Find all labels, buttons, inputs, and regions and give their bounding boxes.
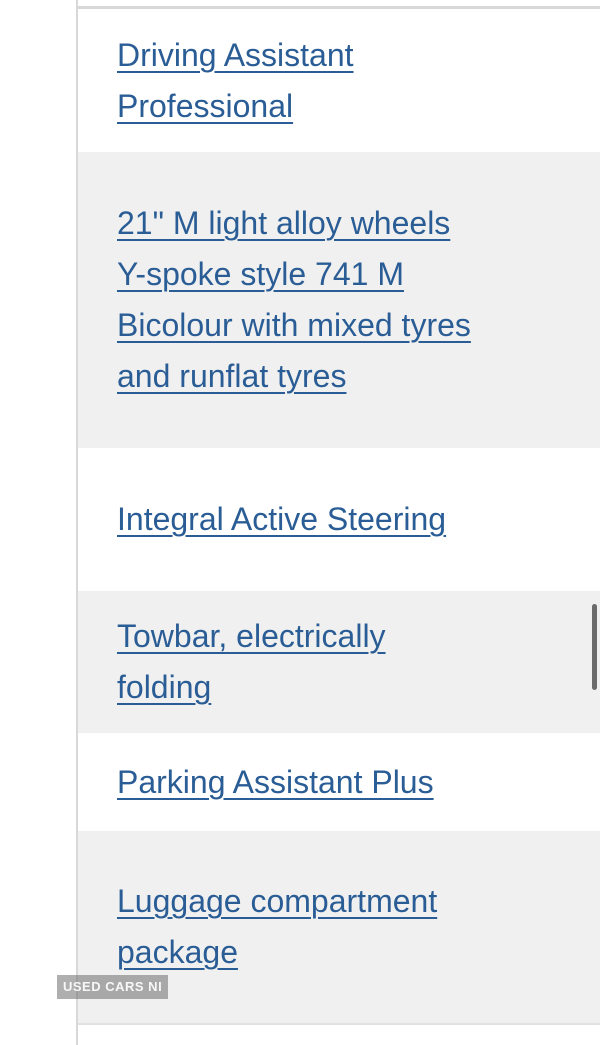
feature-list-page: Driving Assistant Professional 21" M lig… — [0, 0, 600, 1045]
feature-row: Driving Assistant Professional — [78, 9, 600, 152]
feature-row: Integral Active Steering — [78, 448, 600, 591]
feature-link-integral-steering[interactable]: Integral Active Steering — [117, 494, 446, 545]
feature-row: Parking Assistant Plus — [78, 733, 600, 831]
feature-list: Driving Assistant Professional 21" M lig… — [78, 9, 600, 1023]
feature-link-alloy-wheels[interactable]: 21" M light alloy wheels Y-spoke style 7… — [117, 198, 477, 402]
feature-link-driving-assistant[interactable]: Driving Assistant Professional — [117, 30, 477, 132]
feature-link-towbar[interactable]: Towbar, electrically folding — [117, 611, 477, 713]
feature-link-luggage-package[interactable]: Luggage compartment package — [117, 876, 477, 978]
watermark-logo: USED CARS NI — [57, 975, 169, 999]
feature-link-parking-assistant[interactable]: Parking Assistant Plus — [117, 757, 434, 808]
feature-row: Towbar, electrically folding — [78, 591, 600, 733]
scrollbar[interactable] — [592, 604, 597, 690]
feature-row: 21" M light alloy wheels Y-spoke style 7… — [78, 152, 600, 448]
bottom-border — [78, 1023, 600, 1025]
